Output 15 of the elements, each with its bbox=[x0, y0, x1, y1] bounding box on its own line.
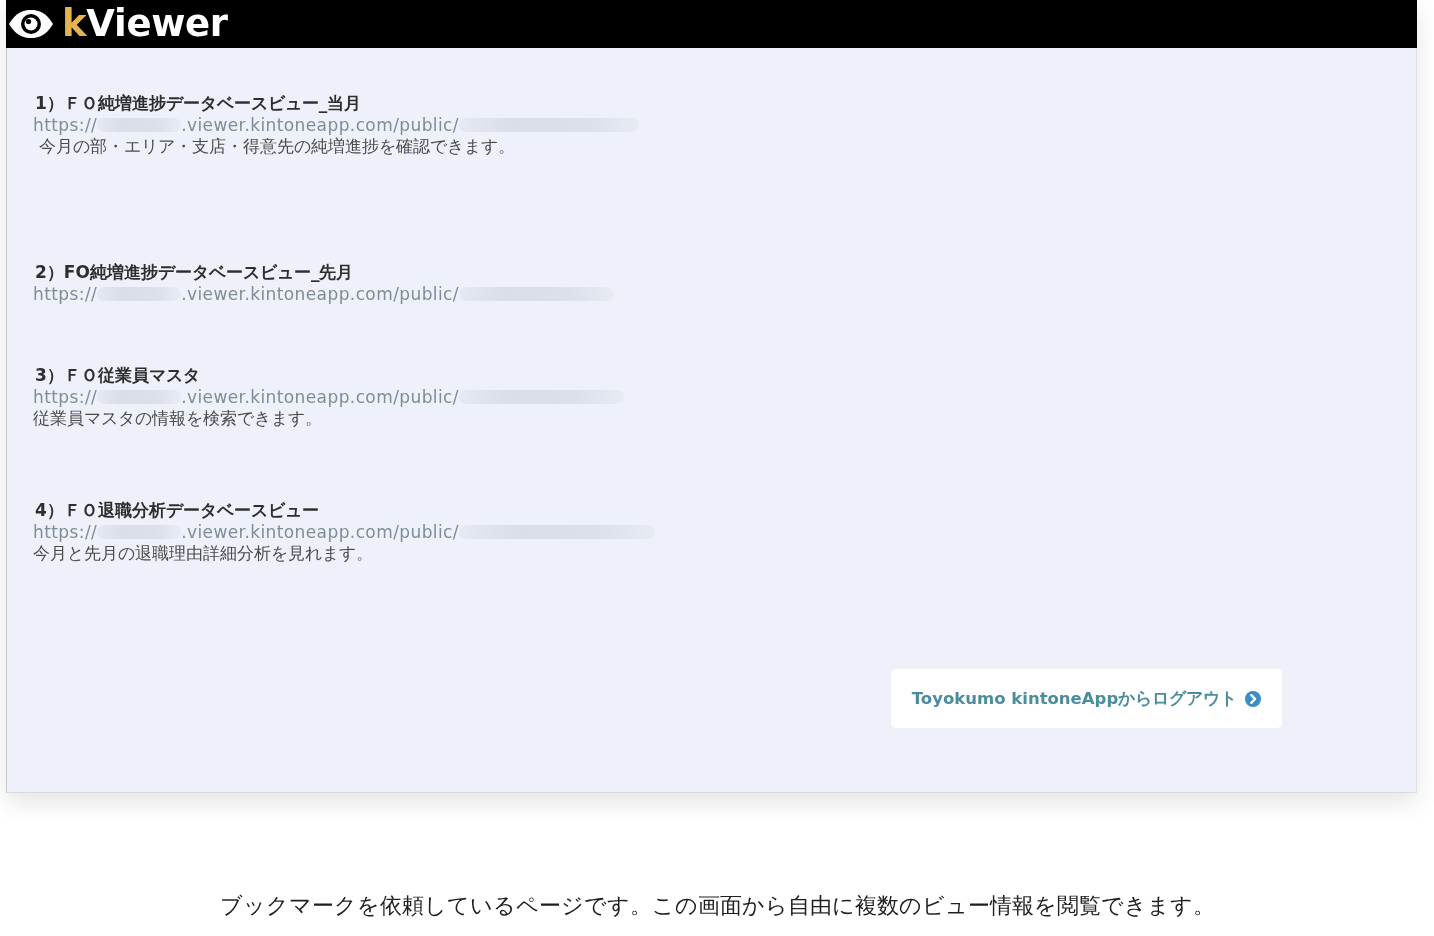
url-link[interactable]: https:// .viewer.kintoneapp.com/public/ bbox=[33, 521, 655, 543]
url-link[interactable]: https:// .viewer.kintoneapp.com/public/ bbox=[33, 386, 624, 408]
caption-text: ブックマークを依頼しているページです。この画面から自由に複数のビュー情報を閲覧できます。 bbox=[218, 893, 1216, 919]
logo-wordmark: kViewer bbox=[62, 4, 228, 44]
logout-button[interactable]: Toyokumo kintoneAppからログアウト bbox=[891, 669, 1282, 728]
view-description: 従業員マスタの情報を検索できます。 bbox=[33, 408, 323, 430]
view-description: 今月の部・エリア・支店・得意先の純増進捗を確認できます。 bbox=[38, 136, 516, 158]
view-title: 3）ＦＯ従業員マスタ bbox=[34, 364, 201, 386]
view-title: 4）ＦＯ退職分析データベースビュー bbox=[34, 499, 320, 521]
url-link[interactable]: https:// .viewer.kintoneapp.com/public/ bbox=[33, 114, 639, 136]
view-title: 1）ＦＯ純増進捗データベースビュー_当月 bbox=[34, 92, 363, 114]
chevron-circle-icon bbox=[1245, 690, 1262, 707]
view-description: 今月と先月の退職理由詳細分析を見れます。 bbox=[33, 543, 374, 565]
url-link[interactable]: https:// .viewer.kintoneapp.com/public/ bbox=[33, 283, 614, 305]
view-title: 2）FO純増進捗データベースビュー_先月 bbox=[34, 261, 355, 283]
